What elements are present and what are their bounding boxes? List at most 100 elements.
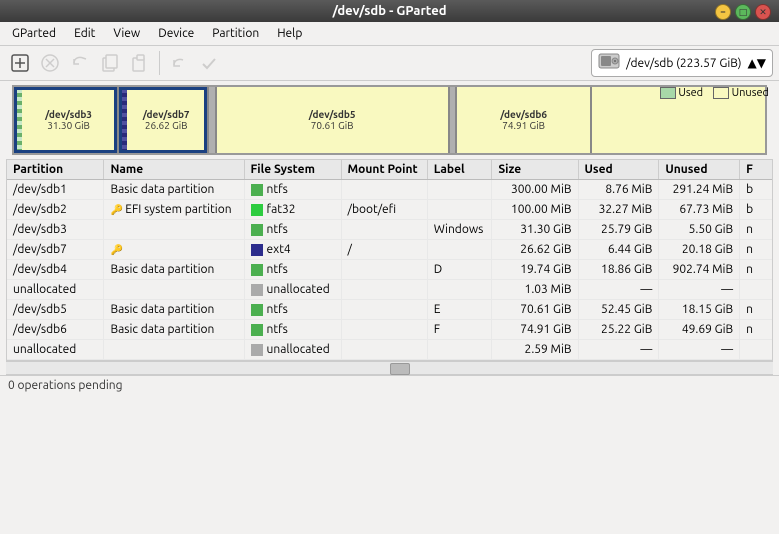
sdb7-label: /dev/sdb7 — [137, 109, 190, 120]
cell-name — [104, 280, 244, 300]
cell-flags: n — [740, 260, 772, 280]
cell-fs: unallocated — [244, 340, 341, 360]
col-header-name[interactable]: Name — [104, 160, 244, 180]
menu-item-view[interactable]: View — [105, 24, 148, 43]
cell-partition: /dev/sdb7 — [7, 240, 104, 260]
cell-mount: / — [341, 240, 427, 260]
cell-flags: n — [740, 320, 772, 340]
menu-item-help[interactable]: Help — [269, 24, 310, 43]
col-header-fs[interactable]: File System — [244, 160, 341, 180]
cell-used: 6.44 GiB — [578, 240, 659, 260]
cell-label: E — [427, 300, 492, 320]
maximize-button[interactable]: □ — [735, 4, 751, 20]
cell-fs: fat32 — [244, 200, 341, 220]
cell-fs: ntfs — [244, 320, 341, 340]
paste-button[interactable] — [126, 49, 154, 77]
undo-button[interactable] — [66, 49, 94, 77]
col-header-flags[interactable]: F — [740, 160, 772, 180]
cell-fs: ntfs — [244, 300, 341, 320]
cell-label — [427, 200, 492, 220]
used-legend: Used — [660, 87, 703, 99]
cell-unused: 291.24 MiB — [659, 180, 740, 200]
table-row[interactable]: /dev/sdb1Basic data partitionntfs300.00 … — [7, 180, 772, 200]
device-selector[interactable]: /dev/sdb (223.57 GiB) ▲▼ — [591, 49, 773, 77]
table-row[interactable]: /dev/sdb4Basic data partitionntfsD19.74 … — [7, 260, 772, 280]
dv-sdb7[interactable]: /dev/sdb7 26.62 GiB — [119, 87, 209, 153]
menubar: GPartedEditViewDevicePartitionHelp — [0, 22, 779, 46]
cell-mount — [341, 280, 427, 300]
sdb5-label: /dev/sdb5 — [309, 109, 356, 120]
cell-label — [427, 240, 492, 260]
cell-fs: ntfs — [244, 260, 341, 280]
cell-name: Basic data partition — [104, 320, 244, 340]
col-header-size[interactable]: Size — [492, 160, 578, 180]
cell-partition: /dev/sdb1 — [7, 180, 104, 200]
cell-unused: 49.69 GiB — [659, 320, 740, 340]
cell-label: D — [427, 260, 492, 280]
table-row[interactable]: /dev/sdb7🔑 ext4/26.62 GiB6.44 GiB20.18 G… — [7, 240, 772, 260]
dv-sdb6[interactable]: /dev/sdb6 74.91 GiB — [457, 87, 592, 153]
col-header-mount[interactable]: Mount Point — [341, 160, 427, 180]
cell-flags: n — [740, 300, 772, 320]
cell-mount — [341, 300, 427, 320]
device-dropdown-arrow[interactable]: ▲▼ — [748, 56, 766, 70]
menu-item-gparted[interactable]: GParted — [4, 24, 64, 43]
cell-size: 100.00 MiB — [492, 200, 578, 220]
cell-used: 32.27 MiB — [578, 200, 659, 220]
cell-size: 19.74 GiB — [492, 260, 578, 280]
cell-partition: unallocated — [7, 340, 104, 360]
menu-item-edit[interactable]: Edit — [66, 24, 103, 43]
window-title: /dev/sdb - GParted — [333, 4, 447, 18]
apply-button[interactable] — [195, 49, 223, 77]
unused-legend-icon — [713, 87, 729, 99]
table-row[interactable]: unallocatedunallocated2.59 MiB—— — [7, 340, 772, 360]
table-row[interactable]: /dev/sdb2🔑 EFI system partitionfat32/boo… — [7, 200, 772, 220]
sdb6-size: 74.91 GiB — [502, 120, 545, 131]
cell-flags — [740, 340, 772, 360]
cell-mount — [341, 180, 427, 200]
table-row[interactable]: /dev/sdb6Basic data partitionntfsF74.91 … — [7, 320, 772, 340]
table-row[interactable]: unallocatedunallocated1.03 MiB—— — [7, 280, 772, 300]
cell-size: 70.61 GiB — [492, 300, 578, 320]
cell-name: Basic data partition — [104, 260, 244, 280]
cell-used: 8.76 MiB — [578, 180, 659, 200]
close-button[interactable]: ✕ — [755, 4, 771, 20]
delete-partition-button[interactable] — [36, 49, 64, 77]
undo2-button[interactable] — [165, 49, 193, 77]
dv-gap2 — [450, 87, 458, 153]
dv-sdb5[interactable]: /dev/sdb5 70.61 GiB — [217, 87, 450, 153]
col-header-used[interactable]: Used — [578, 160, 659, 180]
disk-visual-bar: /dev/sdb3 31.30 GiB /dev/sdb7 26.62 GiB … — [12, 85, 767, 155]
window-controls[interactable]: – □ ✕ — [715, 4, 771, 20]
new-partition-button[interactable] — [6, 49, 34, 77]
sdb5-size: 70.61 GiB — [311, 120, 354, 131]
toolbar: /dev/sdb (223.57 GiB) ▲▼ — [0, 46, 779, 81]
used-label: Used — [678, 87, 703, 99]
cell-unused: 902.74 MiB — [659, 260, 740, 280]
status-text: 0 operations pending — [8, 379, 123, 392]
partition-table-wrapper: Partition Name File System Mount Point L… — [6, 159, 773, 361]
unused-legend: Unused — [713, 87, 769, 99]
cell-fs: ntfs — [244, 180, 341, 200]
cell-unused: — — [659, 280, 740, 300]
menu-item-device[interactable]: Device — [150, 24, 202, 43]
dv-sdb3[interactable]: /dev/sdb3 31.30 GiB — [14, 87, 119, 153]
cell-unused: 67.73 MiB — [659, 200, 740, 220]
col-header-unused[interactable]: Unused — [659, 160, 740, 180]
table-row[interactable]: /dev/sdb3ntfsWindows31.30 GiB25.79 GiB5.… — [7, 220, 772, 240]
table-header: Partition Name File System Mount Point L… — [7, 160, 772, 180]
minimize-button[interactable]: – — [715, 4, 731, 20]
col-header-label[interactable]: Label — [427, 160, 492, 180]
cell-mount — [341, 260, 427, 280]
cell-name — [104, 220, 244, 240]
horizontal-scrollbar[interactable] — [6, 361, 773, 375]
copy-button[interactable] — [96, 49, 124, 77]
col-header-partition[interactable]: Partition — [7, 160, 104, 180]
table-row[interactable]: /dev/sdb5Basic data partitionntfsE70.61 … — [7, 300, 772, 320]
scroll-thumb[interactable] — [390, 363, 410, 375]
menu-item-partition[interactable]: Partition — [204, 24, 267, 43]
cell-unused: — — [659, 340, 740, 360]
sdb7-size: 26.62 GiB — [139, 120, 188, 131]
cell-size: 31.30 GiB — [492, 220, 578, 240]
cell-flags: b — [740, 180, 772, 200]
